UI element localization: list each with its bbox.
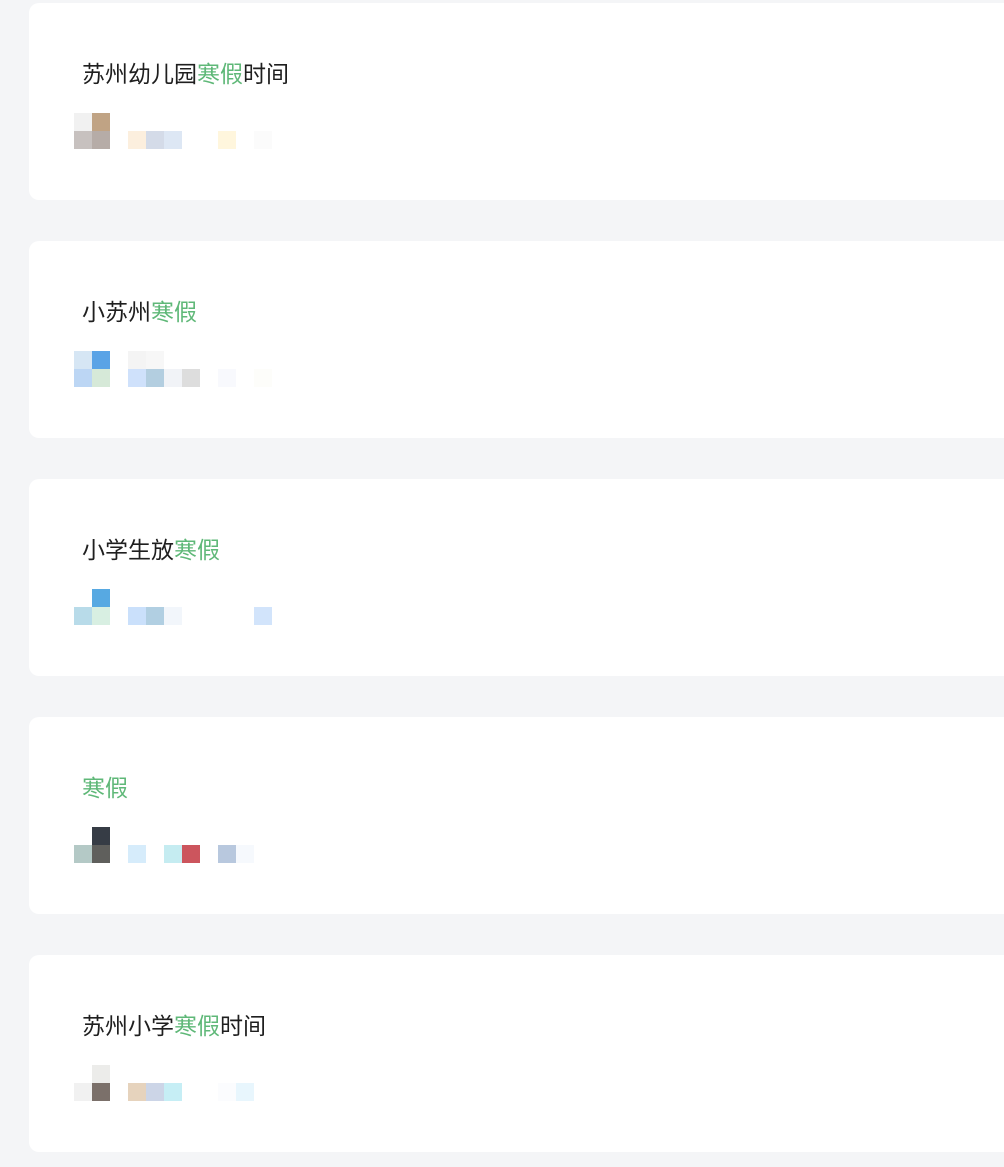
thumbnail-pixel [92, 113, 110, 131]
blurred-thumbnail-icon [73, 1065, 293, 1101]
thumbnail-pixel [218, 845, 236, 863]
thumbnail-pixel [128, 845, 146, 863]
result-card[interactable]: 小学生放寒假 [29, 479, 1004, 676]
result-title[interactable]: 小苏州寒假 [82, 295, 197, 331]
thumbnail-pixel [128, 131, 146, 149]
title-keyword-highlight: 寒假 [174, 1014, 220, 1040]
title-text: 苏州小学 [82, 1014, 174, 1040]
thumbnail-pixel [128, 607, 146, 625]
thumbnail-pixel [74, 113, 92, 131]
thumbnail-pixel [164, 607, 182, 625]
title-text: 时间 [220, 1014, 266, 1040]
thumbnail-pixel [128, 1083, 146, 1101]
thumbnail-pixel [182, 845, 200, 863]
thumbnail-pixel [164, 845, 182, 863]
thumbnail-pixel [74, 351, 92, 369]
thumbnail-pixel [92, 369, 110, 387]
blurred-thumbnail-icon [73, 589, 293, 625]
thumbnail-pixel [92, 1083, 110, 1101]
thumbnail-pixel [74, 1083, 92, 1101]
thumbnail-pixel [254, 131, 272, 149]
title-text: 苏州幼儿园 [82, 62, 197, 88]
title-keyword-highlight: 寒假 [174, 538, 220, 564]
result-title[interactable]: 寒假 [82, 771, 128, 807]
result-title[interactable]: 苏州小学寒假时间 [82, 1009, 266, 1045]
title-keyword-highlight: 寒假 [82, 776, 128, 802]
blurred-thumbnail-icon [73, 351, 293, 387]
thumbnail-pixel [182, 369, 200, 387]
thumbnail-pixel [74, 131, 92, 149]
thumbnail-pixel [218, 131, 236, 149]
thumbnail-pixel [218, 369, 236, 387]
title-text: 小苏州 [82, 300, 151, 326]
thumbnail-pixel [164, 1083, 182, 1101]
thumbnail-pixel [146, 131, 164, 149]
blurred-thumbnail-icon [73, 113, 293, 149]
title-keyword-highlight: 寒假 [197, 62, 243, 88]
title-text: 时间 [243, 62, 289, 88]
thumbnail-pixel [74, 845, 92, 863]
title-keyword-highlight: 寒假 [151, 300, 197, 326]
thumbnail-pixel [146, 1083, 164, 1101]
result-card[interactable]: 苏州小学寒假时间 [29, 955, 1004, 1152]
thumbnail-pixel [128, 369, 146, 387]
blurred-thumbnail-icon [73, 827, 293, 863]
thumbnail-pixel [92, 607, 110, 625]
thumbnail-pixel [74, 369, 92, 387]
thumbnail-pixel [236, 1083, 254, 1101]
thumbnail-pixel [146, 351, 164, 369]
thumbnail-pixel [74, 607, 92, 625]
thumbnail-pixel [146, 607, 164, 625]
thumbnail-pixel [92, 589, 110, 607]
thumbnail-pixel [92, 131, 110, 149]
thumbnail-pixel [218, 1083, 236, 1101]
thumbnail-pixel [92, 827, 110, 845]
result-title[interactable]: 小学生放寒假 [82, 533, 220, 569]
thumbnail-pixel [128, 351, 146, 369]
result-card[interactable]: 小苏州寒假 [29, 241, 1004, 438]
thumbnail-pixel [164, 131, 182, 149]
thumbnail-pixel [236, 845, 254, 863]
thumbnail-pixel [92, 845, 110, 863]
thumbnail-pixel [254, 607, 272, 625]
thumbnail-pixel [164, 369, 182, 387]
result-title[interactable]: 苏州幼儿园寒假时间 [82, 57, 289, 93]
thumbnail-pixel [146, 369, 164, 387]
title-text: 小学生放 [82, 538, 174, 564]
result-card[interactable]: 寒假 [29, 717, 1004, 914]
thumbnail-pixel [254, 369, 272, 387]
thumbnail-pixel [92, 351, 110, 369]
thumbnail-pixel [92, 1065, 110, 1083]
result-card[interactable]: 苏州幼儿园寒假时间 [29, 3, 1004, 200]
